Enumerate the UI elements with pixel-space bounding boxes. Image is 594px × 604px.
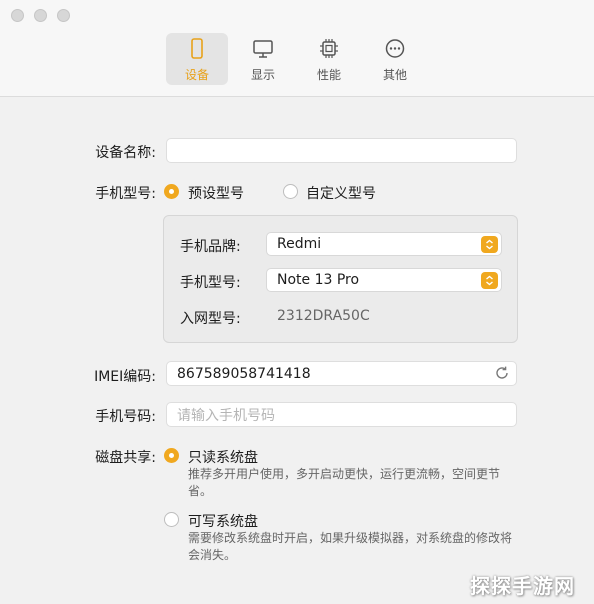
tab-device-label: 设备 [184, 68, 209, 82]
phone-number-placeholder: 请输入手机号码 [177, 407, 275, 424]
writable-disk-option-label[interactable]: 可写系统盘 [188, 511, 258, 531]
phone-number-field[interactable]: 请输入手机号码 [166, 402, 517, 427]
tab-other-label: 其他 [382, 68, 407, 82]
toolbar: 设备 显示 性能 其他 [0, 0, 594, 97]
brand-select-value: Redmi [277, 236, 322, 252]
phone-number-label: 手机号码: [95, 409, 156, 425]
device-name-label: 设备名称: [95, 145, 156, 161]
phone-model-select[interactable]: Note 13 Pro [266, 268, 502, 292]
chevron-updown-icon [481, 236, 498, 253]
disk-share-label: 磁盘共享: [95, 450, 156, 466]
network-model-label: 入网型号: [180, 311, 241, 327]
tab-performance-label: 性能 [316, 68, 341, 82]
settings-window: 设备 显示 性能 其他 设备名称: 手机型号: 预设型号 自定义型号 手机品牌:… [0, 0, 594, 604]
tab-performance[interactable]: 性能 [298, 33, 360, 85]
brand-select[interactable]: Redmi [266, 232, 502, 256]
minimize-window-button[interactable] [34, 9, 47, 22]
refresh-icon[interactable] [494, 365, 510, 381]
ellipsis-icon [385, 38, 405, 60]
phone-model-label: 手机型号: [180, 275, 241, 291]
tab-display-label: 显示 [250, 68, 275, 82]
phone-model-type-label: 手机型号: [95, 186, 156, 202]
preset-model-option-label[interactable]: 预设型号 [188, 183, 244, 203]
imei-value: 867589058741418 [177, 365, 311, 382]
tab-display[interactable]: 显示 [232, 33, 294, 85]
readonly-disk-radio[interactable] [164, 448, 179, 463]
tab-device[interactable]: 设备 [166, 33, 228, 85]
writable-disk-description: 需要修改系统盘时开启，如果升级模拟器，对系统盘的修改将会消失。 [188, 531, 513, 562]
phone-icon [187, 38, 207, 60]
imei-label: IMEI编码: [94, 369, 156, 385]
preset-model-radio[interactable] [164, 184, 179, 199]
network-model-value: 2312DRA50C [277, 308, 370, 324]
readonly-disk-description: 推荐多开用户使用，多开启动更快，运行更流畅，空间更节省。 [188, 467, 501, 498]
custom-model-option-label[interactable]: 自定义型号 [306, 183, 376, 203]
chevron-updown-icon [481, 272, 498, 289]
chip-icon [319, 38, 339, 60]
custom-model-radio[interactable] [283, 184, 298, 199]
device-name-field[interactable] [166, 138, 517, 163]
close-window-button[interactable] [11, 9, 24, 22]
watermark: 探探手游网 [470, 574, 575, 598]
zoom-window-button[interactable] [57, 9, 70, 22]
readonly-disk-option-label[interactable]: 只读系统盘 [188, 447, 258, 467]
imei-field[interactable]: 867589058741418 [166, 361, 517, 386]
phone-model-select-value: Note 13 Pro [277, 272, 360, 288]
monitor-icon [253, 38, 273, 60]
writable-disk-radio[interactable] [164, 512, 179, 527]
brand-label: 手机品牌: [180, 239, 241, 255]
tab-other[interactable]: 其他 [364, 33, 426, 85]
